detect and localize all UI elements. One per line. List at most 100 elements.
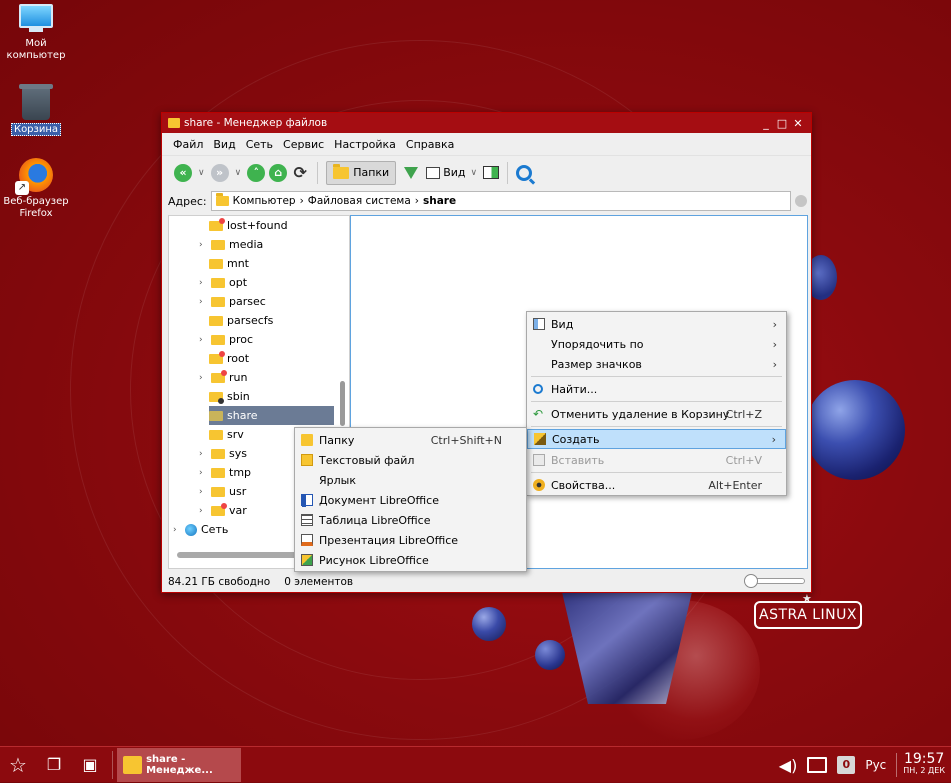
tree-horizontal-scrollbar[interactable] [177, 552, 297, 558]
workspace-indicator[interactable]: 0 [837, 756, 856, 774]
refresh-button[interactable]: ⟳ [291, 163, 309, 182]
folder-icon [209, 350, 225, 364]
window-titlebar[interactable]: share - Менеджер файлов _ □ ✕ [162, 113, 811, 133]
tree-item-sys[interactable]: › sys [199, 444, 247, 463]
back-history-dropdown[interactable]: ∨ [198, 168, 205, 178]
search-button[interactable] [516, 164, 533, 181]
ctx-item-label: Размер значков [551, 357, 642, 371]
create-folder-item[interactable]: Папку Ctrl+Shift+N [295, 430, 526, 450]
expand-arrow-icon[interactable]: › [199, 373, 207, 383]
folders-toggle-button[interactable]: Папки [326, 160, 397, 185]
tree-item-opt[interactable]: › opt [199, 273, 247, 292]
tree-item-parsec[interactable]: › parsec [199, 292, 266, 311]
expand-arrow-icon[interactable]: › [199, 335, 207, 345]
expand-arrow-icon[interactable]: › [199, 487, 207, 497]
folder-icon [209, 217, 225, 231]
zoom-slider-knob[interactable] [744, 574, 758, 588]
menu-file[interactable]: Файл [168, 138, 208, 151]
network-monitor-icon[interactable] [807, 757, 828, 773]
wallpaper-sphere [535, 640, 565, 670]
volume-icon[interactable]: ◀) [779, 756, 798, 775]
create-draw-item[interactable]: Рисунок LibreOffice [295, 550, 526, 570]
menu-help[interactable]: Справка [401, 138, 459, 151]
tree-item-lost-found[interactable]: lost+found [209, 216, 288, 235]
address-field[interactable]: Компьютер › Файловая система › share [210, 191, 791, 211]
tree-scrollbar[interactable] [340, 381, 345, 426]
menu-service[interactable]: Сервис [278, 138, 329, 151]
taskbar-task-file-manager[interactable]: share - Менедже... [117, 747, 241, 782]
submenu-arrow-icon: › [772, 337, 777, 351]
create-calc-item[interactable]: Таблица LibreOffice [295, 510, 526, 530]
up-button[interactable]: ˄ [247, 163, 266, 182]
minimize-button[interactable]: _ [759, 117, 773, 130]
expand-arrow-icon[interactable]: › [199, 506, 207, 516]
create-shortcut-item[interactable]: Ярлык [295, 470, 526, 490]
desktop-icon-trash[interactable]: Корзина [0, 84, 72, 136]
ctx-item-properties[interactable]: Свойства... Alt+Enter [527, 475, 786, 495]
tree-item-label: sbin [227, 390, 250, 403]
ctx-item-view[interactable]: Вид › [527, 314, 786, 334]
tree-item-label: sys [229, 447, 247, 460]
tree-item-run[interactable]: › run [199, 368, 247, 387]
tree-item-root[interactable]: root [209, 349, 249, 368]
breadcrumb-share[interactable]: share [423, 195, 456, 207]
breadcrumb-filesystem[interactable]: Файловая система [308, 195, 411, 207]
forward-history-dropdown[interactable]: ∨ [235, 168, 242, 178]
tree-item-mnt[interactable]: mnt [209, 254, 249, 273]
menu-settings[interactable]: Настройка [329, 138, 401, 151]
tree-item-proc[interactable]: › proc [199, 330, 253, 349]
trash-icon [19, 84, 53, 120]
create-writer-doc-item[interactable]: Документ LibreOffice [295, 490, 526, 510]
ctx-item-icon-size[interactable]: Размер значков › [527, 354, 786, 374]
tree-item-var[interactable]: › var [199, 501, 247, 520]
desktop-icon-label: Веб-браузер [3, 196, 69, 207]
ctx-item-create[interactable]: Создать › [527, 429, 786, 449]
maximize-button[interactable]: □ [775, 117, 789, 130]
expand-arrow-icon[interactable]: › [199, 297, 207, 307]
tree-item-usr[interactable]: › usr [199, 482, 246, 501]
windows-switcher-icon[interactable]: ❐ [36, 747, 72, 783]
create-text-file-item[interactable]: Текстовый файл [295, 450, 526, 470]
back-button[interactable]: « [174, 163, 192, 182]
menu-view[interactable]: Вид [208, 138, 240, 151]
close-button[interactable]: ✕ [791, 117, 805, 130]
expand-arrow-icon[interactable]: › [199, 240, 207, 250]
tree-item-sbin[interactable]: sbin [209, 387, 250, 406]
expand-arrow-icon[interactable]: › [199, 449, 207, 459]
menu-network[interactable]: Сеть [241, 138, 278, 151]
expand-arrow-icon[interactable]: › [173, 525, 181, 535]
breadcrumb-computer[interactable]: Компьютер [233, 195, 296, 207]
tree-item-tmp[interactable]: › tmp [199, 463, 251, 482]
expand-arrow-icon[interactable]: › [199, 278, 207, 288]
ctx-item-label: Свойства... [551, 478, 616, 492]
clear-address-icon[interactable] [795, 195, 807, 207]
start-menu-star-icon[interactable]: ☆ [0, 747, 36, 783]
show-desktop-icon[interactable]: ▣ [72, 747, 108, 783]
expand-arrow-icon[interactable]: › [199, 468, 207, 478]
ctx-item-undo[interactable]: ↶ Отменить удаление в Корзину Ctrl+Z [527, 404, 786, 424]
ctx-shortcut: Ctrl+Shift+N [430, 433, 502, 447]
keyboard-layout[interactable]: Рус [865, 758, 886, 772]
tree-item-media[interactable]: › media [199, 235, 263, 254]
forward-button[interactable]: » [210, 163, 229, 182]
tree-item-srv[interactable]: srv [209, 425, 244, 444]
tree-item-network[interactable]: › Сеть [173, 520, 228, 539]
folder-icon [211, 334, 225, 345]
zoom-slider[interactable] [744, 574, 805, 588]
filter-button[interactable] [404, 166, 419, 179]
desktop-icon-my-computer[interactable]: Мой компьютер [0, 4, 72, 62]
home-button[interactable]: ⌂ [269, 163, 288, 182]
tree-item-parsecfs[interactable]: parsecfs [209, 311, 273, 330]
ctx-item-find[interactable]: Найти... [527, 379, 786, 399]
ctx-item-label: Ярлык [319, 473, 356, 487]
create-impress-item[interactable]: Презентация LibreOffice [295, 530, 526, 550]
folder-icon [211, 467, 225, 478]
view-icon [533, 318, 545, 330]
ctx-item-sort[interactable]: Упорядочить по › [527, 334, 786, 354]
clock[interactable]: 19:57 ПН, 2 ДЕК [896, 752, 945, 777]
split-panel-button[interactable] [483, 166, 500, 179]
view-mode-button[interactable]: Вид ∨ [426, 166, 479, 179]
tree-item-share[interactable]: share [209, 406, 334, 425]
ctx-item-paste[interactable]: Вставить Ctrl+V [527, 450, 786, 470]
desktop-icon-firefox[interactable]: ↗ Веб-браузер Firefox [0, 158, 72, 220]
